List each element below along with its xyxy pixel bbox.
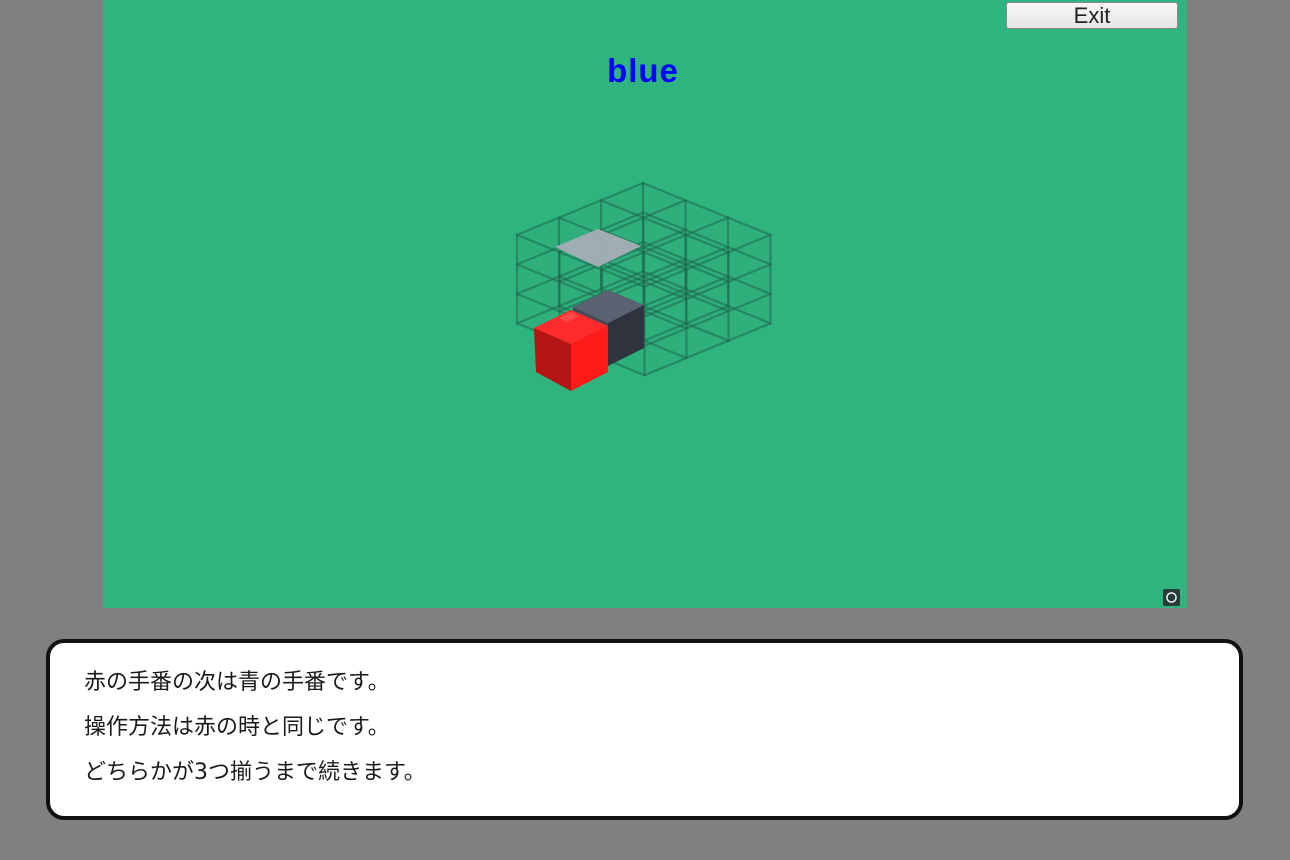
dialog-line: 赤の手番の次は青の手番です。 [84, 670, 390, 695]
tutorial-dialog: 赤の手番の次は青の手番です。 操作方法は赤の時と同じです。 どちらかが3つ揃うま… [46, 639, 1243, 820]
turn-indicator: blue [607, 52, 679, 89]
board-3d-grid[interactable] [103, 0, 1187, 608]
dialog-line: どちらかが3つ揃うまで続きます。 [84, 760, 426, 785]
exit-button[interactable]: Exit [1006, 2, 1178, 29]
reload-icon[interactable] [1163, 589, 1180, 606]
dialog-line: 操作方法は赤の時と同じです。 [84, 715, 390, 740]
game-viewport[interactable]: blue Exit [103, 0, 1187, 608]
